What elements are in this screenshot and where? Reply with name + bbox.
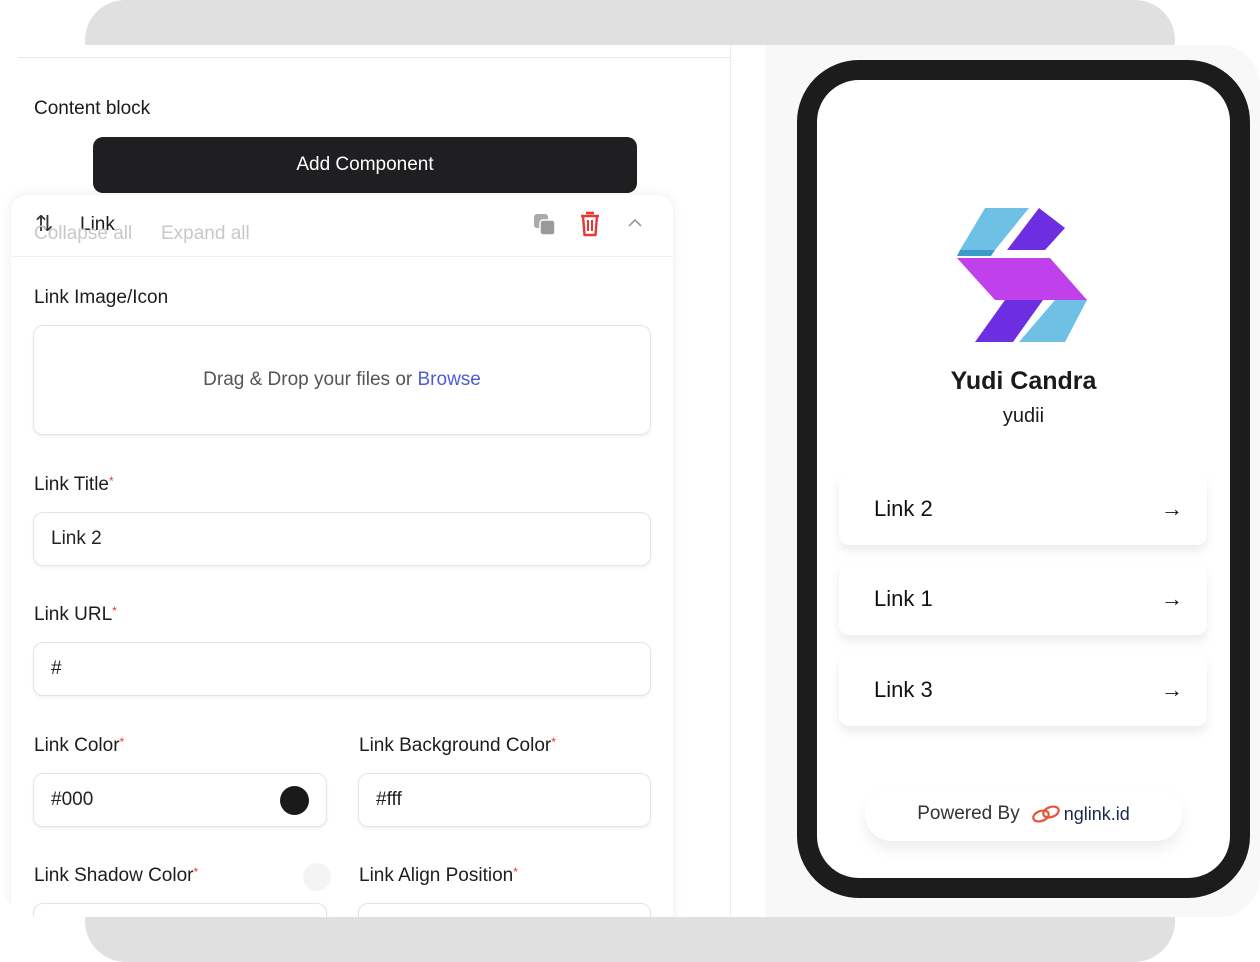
link-bg-color-input[interactable]: #fff	[358, 773, 651, 827]
phone-preview: Yudi Candra yudii Link 2 → Link 1 → Link 3…	[797, 60, 1250, 898]
profile-logo	[957, 208, 1087, 342]
color-value: #000	[51, 789, 94, 810]
bg-color-label: Link Background Color*	[359, 735, 556, 756]
image-label: Link Image/Icon	[34, 287, 169, 308]
profile-name: Yudi Candra	[950, 367, 1097, 395]
brand-name: nglink.id	[1063, 803, 1130, 824]
arrow-right-icon: →	[1161, 586, 1183, 611]
preview-link-button[interactable]: Link 3 →	[839, 654, 1207, 726]
panel-divider	[730, 45, 731, 917]
link-title-input[interactable]: Link 2	[33, 512, 651, 566]
powered-by-text: Powered By	[917, 803, 1020, 824]
profile-username: yudii	[1002, 405, 1045, 427]
link-component-card: ⇅ Link Link Image/Icon Drag & Drop your …	[11, 195, 673, 917]
expand-all-link[interactable]: Expand all	[161, 223, 250, 245]
align-label: Link Align Position*	[359, 865, 518, 886]
builder-window: Content block Add Component ⇅ Link Link …	[0, 45, 1260, 917]
preview-link-button[interactable]: Link 2 →	[839, 473, 1207, 545]
preview-link-button[interactable]: Link 1 →	[839, 563, 1207, 635]
link-color-input[interactable]: #000	[33, 773, 327, 827]
dropzone-text: Drag & Drop your files or	[203, 369, 413, 390]
link-url-input[interactable]: #	[33, 642, 651, 696]
chain-link-icon	[1031, 805, 1060, 823]
section-title: Content block	[34, 98, 151, 119]
color-label: Link Color*	[34, 735, 125, 756]
collapse-all-link[interactable]: Collapse all	[34, 223, 132, 245]
chevron-up-icon[interactable]	[627, 217, 643, 229]
browse-link[interactable]: Browse	[418, 369, 481, 391]
divider	[18, 57, 730, 58]
trash-icon[interactable]	[579, 211, 601, 237]
image-dropzone[interactable]: Drag & Drop your files or Browse	[33, 325, 651, 435]
arrow-right-icon: →	[1161, 677, 1183, 702]
duplicate-icon[interactable]	[533, 213, 557, 237]
shadow-swatch[interactable]	[303, 863, 331, 891]
powered-by-badge[interactable]: Powered By nglink.id	[865, 787, 1182, 841]
title-label: Link Title*	[34, 474, 114, 495]
arrow-right-icon: →	[1161, 496, 1183, 521]
add-component-button[interactable]: Add Component	[93, 137, 637, 193]
link-label: Link 2	[874, 496, 933, 521]
shadow-color-label: Link Shadow Color*	[34, 865, 199, 886]
color-swatch[interactable]	[280, 786, 309, 815]
link-align-select[interactable]	[358, 903, 651, 917]
link-label: Link 1	[874, 586, 933, 611]
link-shadow-color-input[interactable]	[33, 903, 327, 917]
link-label: Link 3	[874, 677, 933, 702]
url-label: Link URL*	[34, 604, 117, 625]
